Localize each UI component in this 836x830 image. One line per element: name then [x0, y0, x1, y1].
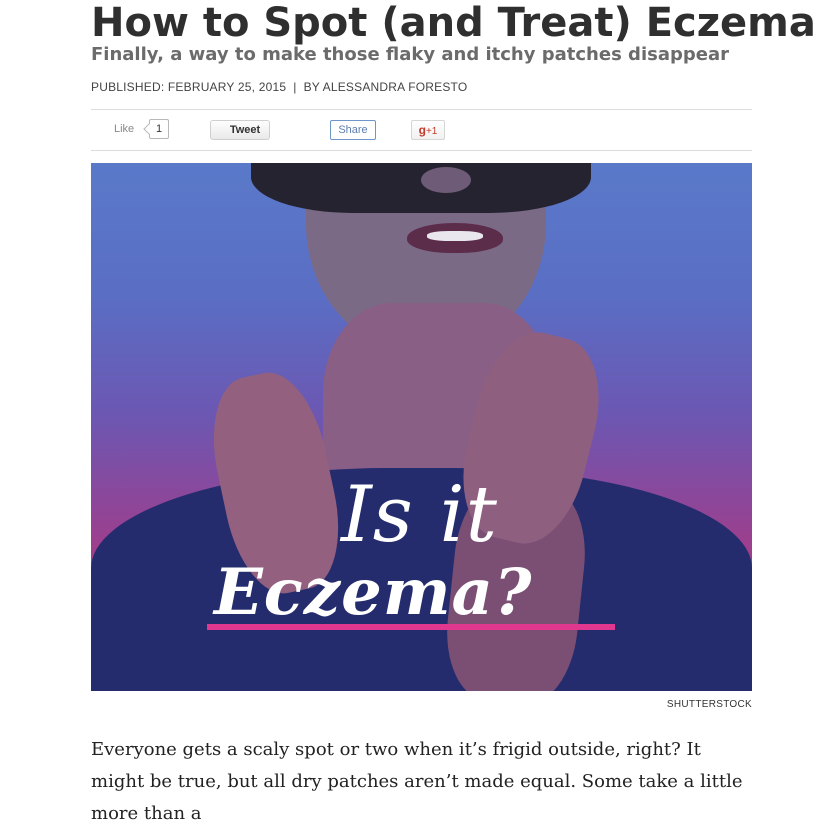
hero-hair: [251, 163, 591, 213]
google-plus-label: +1: [425, 126, 438, 137]
byline-separator: |: [293, 80, 297, 94]
article-subtitle: Finally, a way to make those flaky and i…: [91, 44, 729, 65]
image-credit: SHUTTERSTOCK: [666, 699, 752, 710]
google-plus-icon: g: [418, 123, 426, 137]
article-title: How to Spot (and Treat) Eczema: [91, 0, 816, 46]
byline: PUBLISHED: FEBRUARY 25, 2015 | BY ALESSAND…: [91, 79, 467, 95]
hero-teeth: [427, 231, 483, 241]
divider-bottom: [91, 150, 752, 151]
social-share-bar: Like 1 Tweet Share g+1: [91, 119, 752, 143]
hero-headline-line1: Is it: [341, 470, 498, 560]
tweet-label: Tweet: [229, 124, 261, 136]
article-body-paragraph: Everyone gets a scaly spot or two when i…: [91, 739, 743, 824]
hero-nose: [421, 167, 471, 193]
hero-image: Is it Eczema?: [91, 163, 752, 691]
facebook-like-button[interactable]: Like: [114, 123, 134, 135]
hero-headline-line2: Eczema?: [214, 555, 533, 630]
share-button[interactable]: Share: [330, 120, 376, 140]
author-link[interactable]: BY ALESSANDRA FORESTO: [304, 80, 468, 94]
google-plus-button[interactable]: g+1: [411, 120, 445, 140]
article: How to Spot (and Treat) Eczema Finally, …: [0, 0, 836, 824]
publish-date: PUBLISHED: FEBRUARY 25, 2015: [91, 80, 287, 94]
divider-top: [91, 109, 752, 110]
tweet-button[interactable]: Tweet: [210, 120, 270, 140]
like-count: 1: [149, 119, 170, 139]
